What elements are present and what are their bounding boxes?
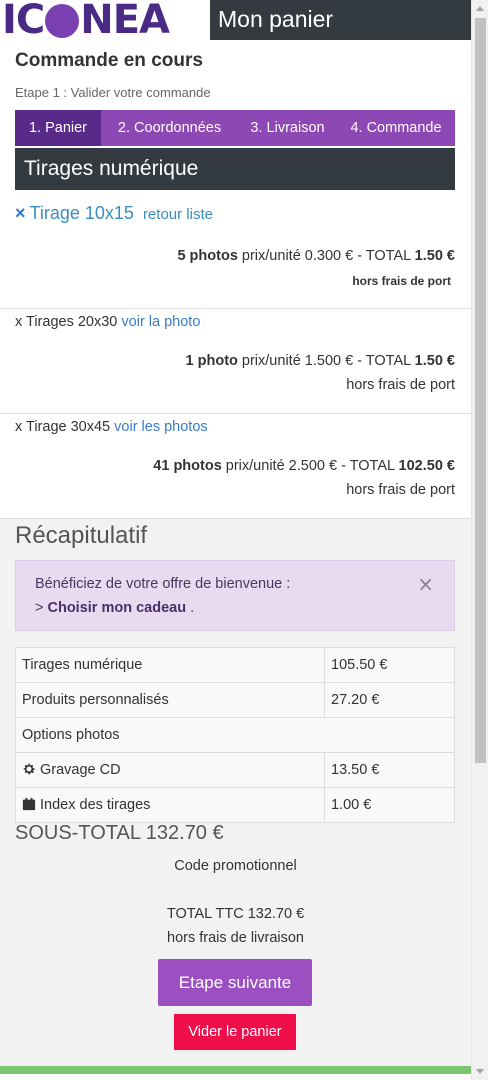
step-contact[interactable]: 2. Coordonnées	[101, 110, 238, 146]
item-name: x Tirages 20x30	[15, 314, 122, 330]
recap-table: Tirages numérique 105.50 € Produits pers…	[15, 647, 455, 823]
row-label-with-icon: Gravage CD	[15, 752, 325, 788]
row-label: Index des tirages	[40, 797, 151, 813]
item-name: Tirage 10x15	[29, 203, 134, 223]
next-step-button[interactable]: Etape suivante	[158, 959, 312, 1006]
row-value: 1.00 €	[324, 787, 455, 823]
item-unit-price: prix/unité 1.500 € - TOTAL	[237, 353, 415, 369]
item-quantity: 5 photos	[177, 248, 238, 264]
view-photo-link[interactable]: voir la photo	[121, 314, 200, 330]
item-price: 1 photo prix/unité 1.500 € - TOTAL 1.50 …	[186, 353, 455, 369]
empty-cart-button[interactable]: Vider le panier	[174, 1014, 296, 1050]
alert-message: Bénéficiez de votre offre de bienvenue :	[35, 576, 291, 592]
brand-logo[interactable]: IC NEA	[0, 0, 210, 43]
step-order[interactable]: 4. Commande	[337, 110, 455, 146]
item-shipping-note: hors frais de port	[352, 274, 451, 288]
checkout-steps: 1. Panier 2. Coordonnées 3. Livraison 4.…	[15, 110, 455, 146]
promo-code-link[interactable]: Code promotionnel	[0, 858, 471, 874]
table-row: Gravage CD 13.50 €	[15, 752, 455, 788]
item-shipping-note: hors frais de port	[346, 377, 455, 393]
table-row: Options photos	[15, 717, 455, 753]
step-delivery[interactable]: 3. Livraison	[238, 110, 337, 146]
footer-bar	[0, 1066, 471, 1074]
row-value: 13.50 €	[324, 752, 455, 788]
divider	[0, 413, 471, 414]
row-value: 105.50 €	[324, 647, 455, 683]
item-price: 5 photos prix/unité 0.300 € - TOTAL 1.50…	[177, 248, 455, 264]
close-icon[interactable]: ×	[417, 572, 434, 596]
cart-page: IC NEA Mon panier Commande en cours Etape…	[0, 0, 471, 1080]
scroll-down-arrow-icon[interactable]	[472, 1063, 488, 1080]
row-value: 27.20 €	[324, 682, 455, 718]
step-cart[interactable]: 1. Panier	[15, 110, 101, 146]
table-row: Produits personnalisés 27.20 €	[15, 682, 455, 718]
item-quantity: 1 photo	[185, 353, 238, 369]
item-quantity: 41 photos	[153, 458, 222, 474]
table-row: Tirages numérique 105.50 €	[15, 647, 455, 683]
alert-action: > Choisir mon cadeau .	[35, 600, 194, 616]
item-header: × Tirage 10x15 retour liste	[15, 203, 213, 224]
recap-title: Récapitulatif	[15, 522, 148, 549]
item-unit-price: prix/unité 0.300 € - TOTAL	[237, 248, 415, 264]
scroll-up-arrow-icon[interactable]	[472, 0, 488, 17]
page-title: Mon panier	[210, 0, 471, 40]
divider	[0, 308, 471, 309]
calendar-icon	[22, 797, 36, 811]
item-shipping-note: hors frais de port	[346, 482, 455, 498]
row-label: Tirages numérique	[15, 647, 325, 683]
step-description: Etape 1 : Valider votre commande	[15, 85, 211, 100]
alert-suffix: .	[186, 600, 195, 616]
row-label-with-icon: Index des tirages	[15, 787, 325, 823]
item-total: 1.50 €	[414, 248, 455, 264]
item-name: x Tirage 30x45	[15, 419, 115, 435]
subtotal: SOUS-TOTAL 132.70 €	[15, 822, 224, 844]
back-to-list-link[interactable]: retour liste	[143, 206, 213, 223]
close-icon[interactable]: ×	[15, 203, 26, 223]
table-row: Index des tirages 1.00 €	[15, 787, 455, 823]
logo-text-left: IC	[2, 0, 45, 43]
delivery-note: hors frais de livraison	[167, 930, 304, 946]
item-total: 1.50 €	[414, 353, 455, 369]
row-label: Gravage CD	[40, 762, 121, 778]
row-label: Produits personnalisés	[15, 682, 325, 718]
item-total: 102.50 €	[398, 458, 455, 474]
item-unit-price: prix/unité 2.500 € - TOTAL	[221, 458, 399, 474]
alert-prefix: >	[35, 600, 48, 616]
welcome-offer-alert: Bénéficiez de votre offre de bienvenue :…	[15, 560, 455, 631]
choose-gift-link[interactable]: Choisir mon cadeau	[48, 600, 187, 616]
logo-text-right: NEA	[80, 0, 170, 43]
section-title: Tirages numérique	[15, 148, 455, 190]
scrollbar-thumb[interactable]	[475, 18, 486, 763]
item-header: x Tirage 30x45 voir les photos	[15, 419, 208, 435]
row-label: Options photos	[15, 717, 455, 753]
gear-icon	[23, 763, 35, 775]
view-photos-link[interactable]: voir les photos	[114, 419, 208, 435]
item-header: x Tirages 20x30 voir la photo	[15, 314, 200, 330]
site-header: IC NEA Mon panier	[0, 0, 471, 43]
item-price: 41 photos prix/unité 2.500 € - TOTAL 102…	[153, 458, 455, 474]
vertical-scrollbar[interactable]	[471, 0, 488, 1080]
order-heading: Commande en cours	[15, 50, 203, 71]
bottom-strip	[0, 1074, 471, 1080]
total-ttc: TOTAL TTC 132.70 €	[166, 906, 305, 922]
logo-flower-icon	[45, 4, 80, 38]
